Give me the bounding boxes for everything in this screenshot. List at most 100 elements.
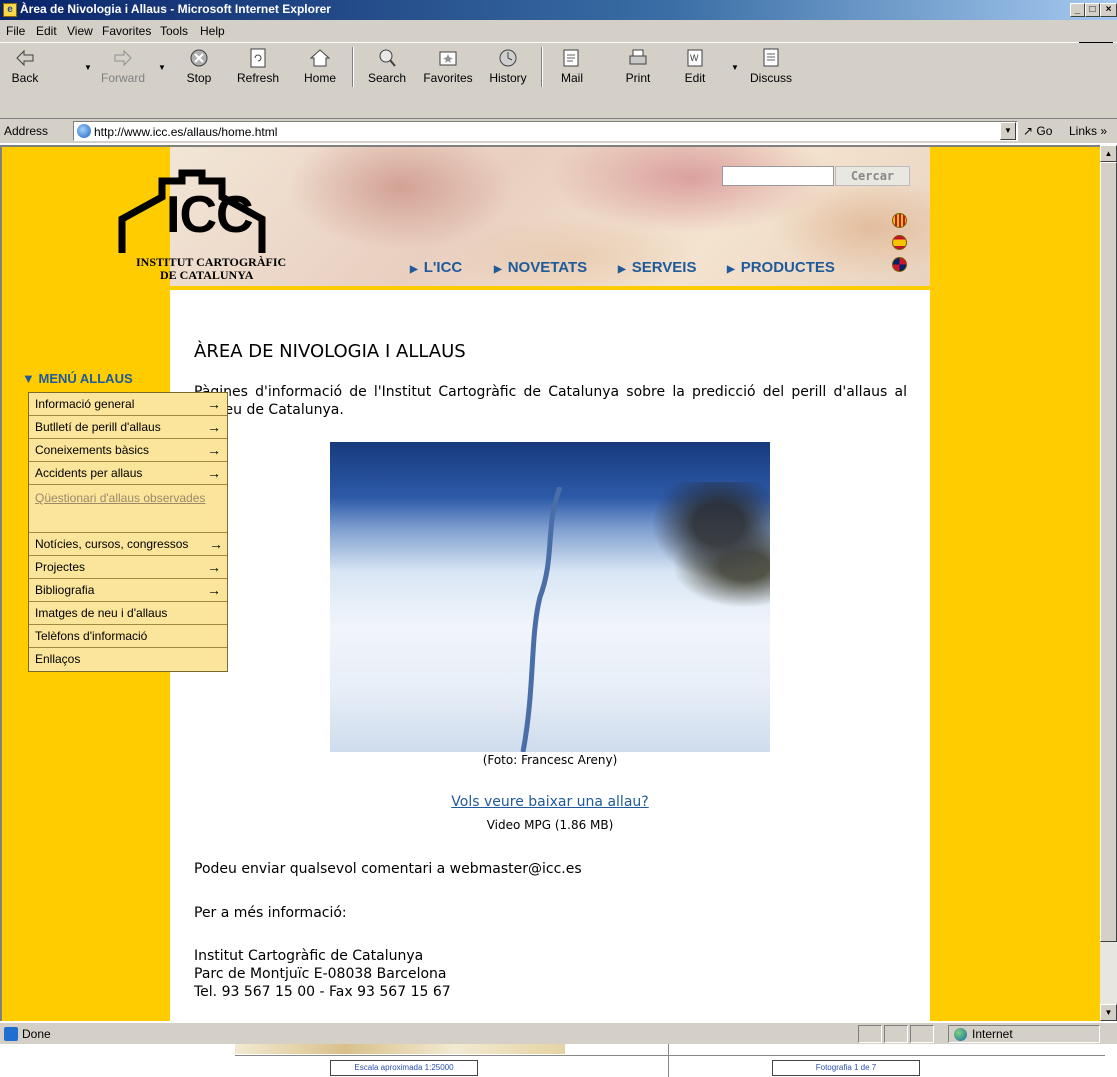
forward-button[interactable]: Forward (98, 47, 148, 85)
mountain-rocks (600, 482, 770, 622)
spanish-flag-icon[interactable] (892, 235, 907, 250)
intro-paragraph: Pàgines d'informació de l'Institut Carto… (194, 384, 907, 418)
address-dropdown-icon[interactable]: ▼ (1000, 122, 1016, 140)
search-submit-button[interactable]: Cercar (835, 166, 910, 186)
discuss-icon (763, 48, 779, 67)
address-line-2: Parc de Montjuïc E-08038 Barcelona (194, 966, 447, 982)
close-button[interactable]: × (1100, 3, 1117, 17)
search-button[interactable]: Search (364, 47, 410, 85)
nav-novetats[interactable]: ▶ NOVETATS (494, 259, 587, 276)
logo-subtitle-2: DE CATALUNYA (160, 268, 254, 282)
print-button[interactable]: Print (618, 47, 658, 85)
photo-caption: (Foto: Francesc Areny) (482, 753, 618, 767)
address-input[interactable]: http://www.icc.es/allaus/home.html ▼ (73, 121, 1018, 141)
divider-line (668, 1044, 669, 1077)
stop-button[interactable]: Stop (182, 47, 216, 85)
menu-item-noticies[interactable]: Notícies, cursos, congressos → (29, 533, 227, 556)
menu-edit[interactable]: Edit (36, 24, 57, 38)
header-banner: ICC INSTITUT CARTOGRÀFIC DE CATALUNYA Ce… (118, 147, 930, 290)
scroll-up-icon[interactable]: ▲ (1100, 145, 1117, 162)
arrow-right-icon: → (209, 536, 223, 552)
address-line-1: Institut Cartogràfic de Catalunya (194, 948, 424, 964)
vertical-scrollbar[interactable]: ▲ ▼ (1100, 145, 1117, 1021)
menu-item-coneixements[interactable]: Coneixements bàsics → (29, 439, 227, 462)
menu-bar: File Edit View Favorites Tools Help (0, 20, 1117, 61)
stop-icon (190, 49, 208, 67)
address-bar: Address http://www.icc.es/allaus/home.ht… (0, 119, 1117, 143)
allaus-menu: Informació general → Butlletí de perill d… (28, 392, 228, 672)
logo-text: ICC (166, 186, 254, 244)
home-icon (309, 49, 331, 67)
toolbar: Back ▼ Forward ▼ Stop Refresh Home Searc… (0, 43, 1117, 119)
title-bar: e Àrea de Nivologia i Allaus - Microsoft… (0, 0, 1117, 20)
more-info-text: Per a més informació: (194, 905, 347, 921)
menu-favorites[interactable]: Favorites (102, 24, 151, 38)
favorites-icon (439, 51, 457, 66)
nav-serveis[interactable]: ▶ SERVEIS (618, 259, 696, 276)
menu-tools[interactable]: Tools (160, 24, 188, 38)
history-button[interactable]: History (486, 47, 530, 85)
search-icon (379, 49, 396, 67)
minimize-button[interactable]: _ (1070, 3, 1085, 17)
refresh-button[interactable]: Refresh (233, 47, 283, 85)
discuss-button[interactable]: Discuss (746, 47, 796, 85)
arrow-right-icon: → (207, 419, 221, 435)
menu-item-enllacos[interactable]: Enllaços (29, 648, 227, 671)
edit-dropdown-icon[interactable]: ▼ (731, 63, 739, 72)
menu-view[interactable]: View (67, 24, 93, 38)
toolbar-separator (541, 47, 543, 87)
address-line-3: Tel. 93 567 15 00 - Fax 93 567 15 67 (194, 984, 451, 1000)
status-cell (858, 1025, 882, 1043)
main-content: ÀREA DE NIVOLOGIA I ALLAUS Pàgines d'inf… (170, 290, 930, 1021)
comments-text: Podeu enviar qualsevol comentari a webma… (194, 861, 582, 877)
address-url: http://www.icc.es/allaus/home.html (94, 125, 278, 139)
menu-item-telefons[interactable]: Telèfons d'informació (29, 625, 227, 648)
menu-file[interactable]: File (6, 24, 25, 38)
home-button[interactable]: Home (300, 47, 340, 85)
mail-button[interactable]: Mail (552, 47, 592, 85)
menu-item-butlleti[interactable]: Butlletí de perill d'allaus → (29, 416, 227, 439)
photo-counter: Fotografia 1 de 7 (772, 1060, 920, 1076)
avalanche-crack (520, 487, 563, 752)
search-input[interactable] (722, 166, 834, 186)
security-zone: Internet (972, 1027, 1013, 1041)
menu-title[interactable]: ▼ MENÚ ALLAUS (22, 371, 133, 386)
menu-item-informacio-general[interactable]: Informació general → (29, 393, 227, 416)
menu-help[interactable]: Help (200, 24, 225, 38)
nav-productes[interactable]: ▶ PRODUCTES (727, 259, 835, 276)
page-title: ÀREA DE NIVOLOGIA I ALLAUS (194, 341, 466, 362)
video-link[interactable]: Vols veure baixar una allau? (170, 794, 930, 810)
menu-item-projectes[interactable]: Projectes → (29, 556, 227, 579)
english-flag-icon[interactable] (892, 257, 907, 272)
catalan-flag-icon[interactable] (892, 213, 907, 228)
menu-item-bibliografia[interactable]: Bibliografia → (29, 579, 227, 602)
edit-button[interactable]: W Edit (680, 47, 710, 85)
go-button[interactable]: ↗ Go (1023, 124, 1052, 138)
desktop-background: Escala aproximada 1:25000 Fotografia 1 d… (0, 1044, 1117, 1077)
nav-licc[interactable]: ▶ L'ICC (410, 259, 462, 276)
toolbar-separator (352, 47, 354, 87)
status-cell (910, 1025, 934, 1043)
divider-line (235, 1055, 1105, 1056)
back-button[interactable]: Back (8, 47, 42, 85)
triangle-right-icon: ▶ (618, 264, 626, 275)
history-icon (499, 49, 517, 67)
menu-item-accidents[interactable]: Accidents per allaus → (29, 462, 227, 485)
go-arrow-icon: ↗ (1023, 124, 1034, 138)
arrow-right-icon: → (207, 582, 221, 598)
scale-label: Escala aproximada 1:25000 (330, 1060, 478, 1076)
menu-item-imatges[interactable]: Imatges de neu i d'allaus (29, 602, 227, 625)
scrollbar-thumb[interactable] (1100, 162, 1117, 942)
favorites-button[interactable]: Favorites (420, 47, 476, 85)
forward-dropdown-icon[interactable]: ▼ (158, 63, 166, 72)
edit-page-icon: W (687, 49, 703, 67)
maximize-button[interactable]: □ (1085, 3, 1100, 17)
printer-icon (629, 49, 647, 65)
page-icon (77, 124, 91, 138)
icc-logo[interactable]: ICC INSTITUT CARTOGRÀFIC DE CATALUNYA (112, 167, 322, 297)
scroll-down-icon[interactable]: ▼ (1100, 1004, 1117, 1021)
menu-item-questionari[interactable]: Qüestionari d'allaus observades (29, 485, 227, 533)
status-cell (884, 1025, 908, 1043)
back-dropdown-icon[interactable]: ▼ (84, 63, 92, 72)
links-button[interactable]: Links » (1069, 124, 1107, 138)
